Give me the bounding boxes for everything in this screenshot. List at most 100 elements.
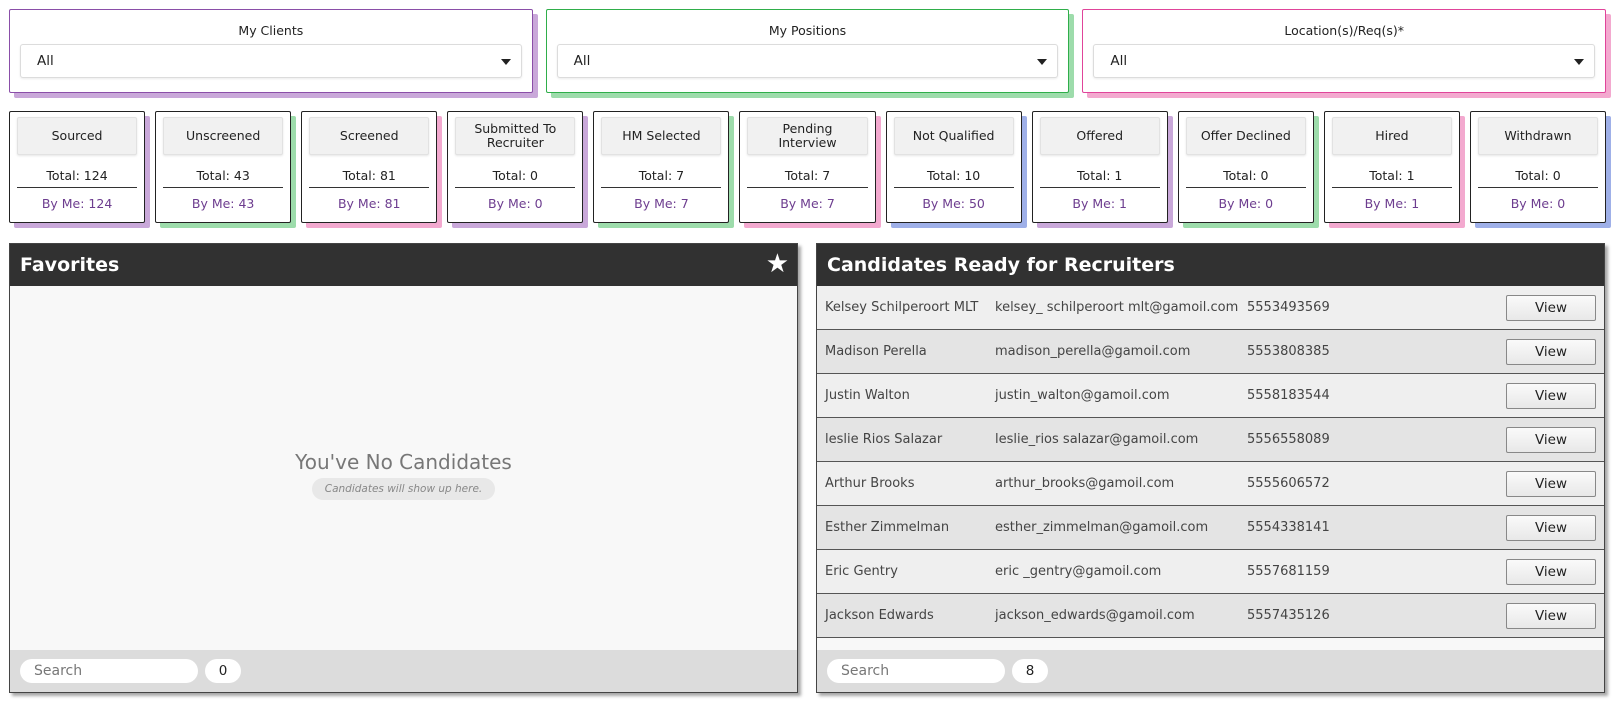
my-clients-select[interactable]: All [20, 44, 522, 78]
status-cards: Sourced Total: 124 By Me: 124 Unscreened… [9, 111, 1607, 223]
status-button-sourced[interactable]: Sourced [17, 117, 138, 155]
candidate-email: eric _gentry@gamoil.com [995, 564, 1162, 579]
candidate-name: Justin Walton [825, 388, 910, 403]
select-value: All [573, 53, 591, 69]
status-button-hired[interactable]: Hired [1331, 117, 1452, 155]
caret-down-icon [500, 59, 511, 65]
favorites-footer: Search 0 [10, 650, 797, 692]
status-card-screened: Screened Total: 81 By Me: 81 [301, 111, 438, 223]
view-button[interactable]: View [1506, 514, 1596, 541]
filter-locations: Location(s)/Req(s)* All [1082, 9, 1607, 93]
candidate-name: Eric Gentry [825, 564, 898, 579]
candidate-email: kelsey_ schilperoort mlt@gamoil.com [995, 300, 1239, 315]
status-total: Total: 7 [747, 168, 868, 188]
status-total: Total: 81 [309, 168, 430, 188]
status-card-hm-selected: HM Selected Total: 7 By Me: 7 [593, 111, 730, 223]
status-by-me: By Me: 7 [634, 196, 689, 211]
select-value: All [37, 53, 54, 69]
locations-select[interactable]: All [1093, 44, 1596, 78]
view-button[interactable]: View [1506, 294, 1596, 321]
status-total: Total: 1 [1331, 168, 1452, 188]
candidate-row: Jackson Edwards jackson_edwards@gamoil.c… [817, 594, 1604, 638]
candidate-list: Kelsey Schilperoort MLT kelsey_ schilper… [817, 286, 1604, 638]
filter-label: My Positions [768, 23, 847, 38]
status-button-offer-declined[interactable]: Offer Declined [1185, 117, 1306, 155]
candidate-phone: 5558183544 [1247, 388, 1330, 403]
filter-label: My Clients [238, 23, 304, 38]
candidate-name: Arthur Brooks [825, 476, 915, 491]
status-total: Total: 0 [1185, 168, 1306, 188]
status-by-me: By Me: 43 [191, 196, 255, 211]
status-button-unscreened[interactable]: Unscreened [163, 117, 284, 155]
status-total: Total: 124 [17, 168, 138, 188]
status-total: Total: 43 [163, 168, 284, 188]
candidate-name: Esther Zimmelman [825, 520, 950, 535]
candidate-row: Arthur Brooks arthur_brooks@gamoil.com 5… [817, 462, 1604, 506]
candidate-email: madison_perella@gamoil.com [995, 344, 1191, 359]
status-by-me: By Me: 50 [922, 196, 985, 211]
status-button-offered[interactable]: Offered [1039, 117, 1160, 155]
ready-search-input[interactable]: Search [827, 659, 1005, 683]
status-total: Total: 0 [455, 168, 576, 188]
view-button[interactable]: View [1506, 382, 1596, 409]
status-button-hm-selected[interactable]: HM Selected [601, 117, 722, 155]
status-by-me: By Me: 1 [1072, 196, 1127, 211]
candidate-row: Esther Zimmelman esther_zimmelman@gamoil… [817, 506, 1604, 550]
candidate-phone: 5555606572 [1247, 476, 1330, 491]
candidate-phone: 5556558089 [1247, 432, 1330, 447]
status-by-me: By Me: 0 [1510, 196, 1566, 211]
candidate-email: esther_zimmelman@gamoil.com [995, 520, 1209, 535]
status-total: Total: 1 [1039, 168, 1160, 188]
star-icon[interactable]: ★ [766, 251, 789, 277]
status-button-withdrawn[interactable]: Withdrawn [1477, 117, 1599, 155]
status-by-me: By Me: 81 [337, 196, 401, 211]
status-total: Total: 7 [601, 168, 722, 188]
view-button[interactable]: View [1506, 602, 1596, 629]
panel-title: Candidates Ready for Recruiters [827, 254, 1175, 276]
favorites-header: Favorites ★ [10, 244, 797, 286]
ready-footer: Search 8 [817, 650, 1604, 692]
status-card-sourced: Sourced Total: 124 By Me: 124 [9, 111, 146, 223]
candidate-email: arthur_brooks@gamoil.com [995, 476, 1175, 491]
view-button[interactable]: View [1506, 558, 1596, 585]
select-value: All [1110, 53, 1128, 69]
status-card-hired: Hired Total: 1 By Me: 1 [1323, 111, 1460, 223]
status-button-not-qualified[interactable]: Not Qualified [893, 117, 1014, 155]
status-button-submitted[interactable]: Submitted To Recruiter [455, 117, 576, 155]
favorites-search-input[interactable]: Search [20, 659, 198, 683]
view-button[interactable]: View [1506, 426, 1596, 453]
candidate-name: Jackson Edwards [825, 608, 934, 623]
filter-my-positions: My Positions All [545, 9, 1070, 93]
status-button-pending-interview[interactable]: Pending Interview [747, 117, 868, 155]
status-card-submitted: Submitted To Recruiter Total: 0 By Me: 0 [447, 111, 584, 223]
ready-header: Candidates Ready for Recruiters [817, 244, 1604, 286]
status-card-unscreened: Unscreened Total: 43 By Me: 43 [155, 111, 292, 223]
view-button[interactable]: View [1506, 470, 1596, 497]
empty-title: You've No Candidates [295, 450, 512, 474]
candidate-name: Kelsey Schilperoort MLT [825, 300, 979, 315]
panel-title: Favorites [20, 254, 120, 276]
status-by-me: By Me: 0 [1218, 196, 1274, 211]
filter-my-clients: My Clients All [9, 9, 533, 93]
candidate-row: Kelsey Schilperoort MLT kelsey_ schilper… [817, 286, 1604, 330]
status-button-screened[interactable]: Screened [309, 117, 430, 155]
status-card-pending-interview: Pending Interview Total: 7 By Me: 7 [739, 111, 876, 223]
caret-down-icon [1037, 59, 1048, 65]
candidate-phone: 5557435126 [1247, 608, 1330, 623]
candidate-email: justin_walton@gamoil.com [995, 388, 1170, 403]
my-positions-select[interactable]: All [556, 44, 1059, 78]
status-total: Total: 10 [893, 168, 1014, 188]
status-card-offer-declined: Offer Declined Total: 0 By Me: 0 [1177, 111, 1314, 223]
candidate-name: Madison Perella [825, 344, 927, 359]
ready-count-badge: 8 [1012, 659, 1048, 683]
ready-candidates-panel: Candidates Ready for Recruiters Kelsey S… [816, 243, 1605, 693]
status-card-offered: Offered Total: 1 By Me: 1 [1031, 111, 1168, 223]
status-card-withdrawn: Withdrawn Total: 0 By Me: 0 [1469, 111, 1607, 223]
empty-state: You've No Candidates Candidates will sho… [10, 286, 797, 650]
candidate-row: Eric Gentry eric _gentry@gamoil.com 5557… [817, 550, 1604, 594]
view-button[interactable]: View [1506, 338, 1596, 365]
favorites-count-badge: 0 [205, 659, 241, 683]
candidate-email: jackson_edwards@gamoil.com [995, 608, 1195, 623]
status-by-me: By Me: 124 [41, 196, 113, 211]
favorites-panel: Favorites ★ You've No Candidates Candida… [9, 243, 798, 693]
